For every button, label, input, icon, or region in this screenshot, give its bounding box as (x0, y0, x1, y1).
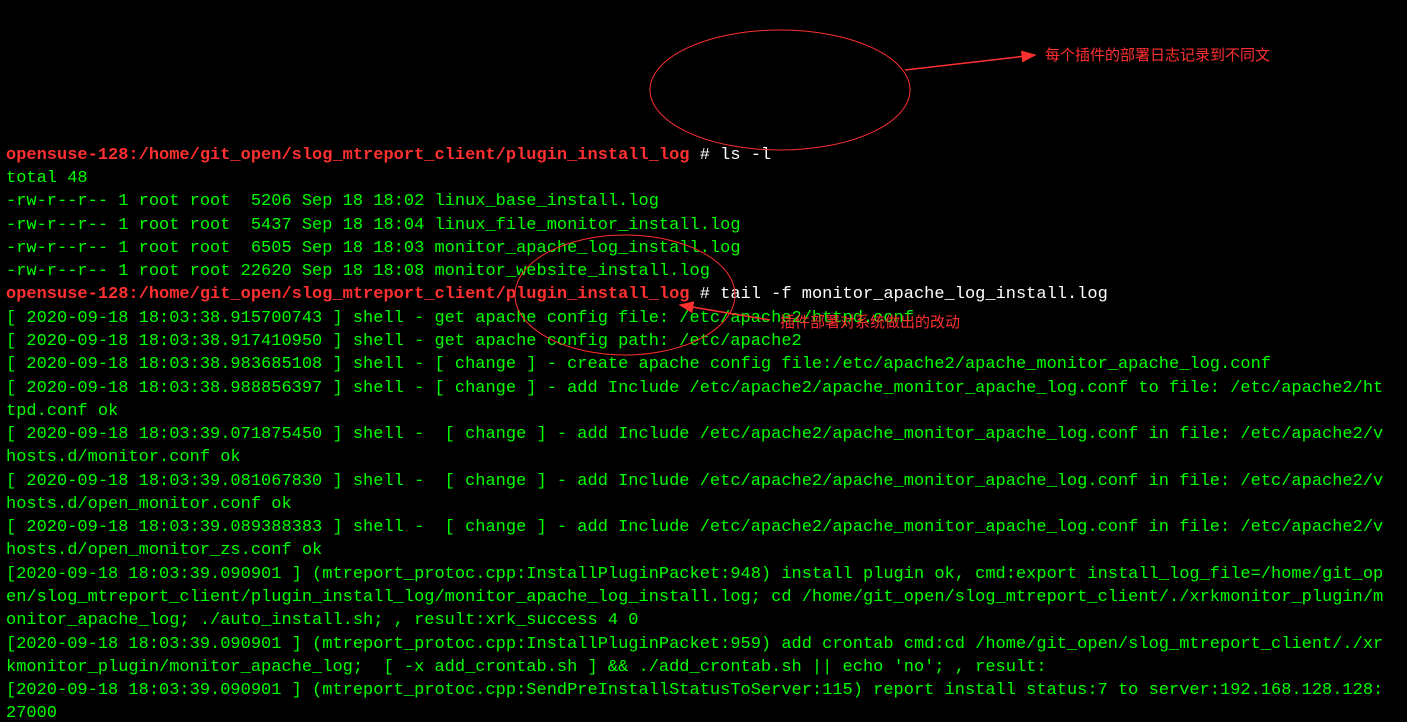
ls-total: total 48 (6, 169, 88, 188)
ls-row: -rw-r--r-- 1 root root 5437 Sep 18 18:04… (6, 216, 741, 235)
shell-prompt-hash: # (690, 146, 721, 165)
terminal-output[interactable]: opensuse-128:/home/git_open/slog_mtrepor… (0, 116, 1407, 722)
ls-row: -rw-r--r-- 1 root root 5206 Sep 18 18:02… (6, 192, 659, 211)
shell-prompt-hash: # (690, 285, 721, 304)
shell-prompt-host: opensuse-128:/home/git_open/slog_mtrepor… (6, 285, 690, 304)
ls-row: -rw-r--r-- 1 root root 22620 Sep 18 18:0… (6, 262, 710, 281)
log-line: [ 2020-09-18 18:03:38.988856397 ] shell … (6, 379, 1383, 421)
log-line: [ 2020-09-18 18:03:39.081067830 ] shell … (6, 472, 1383, 514)
log-line: [ 2020-09-18 18:03:38.917410950 ] shell … (6, 332, 802, 351)
annotation-log-files: 每个插件的部署日志记录到不同文 (1045, 46, 1270, 67)
log-line: [2020-09-18 18:03:39.090901 ] (mtreport_… (6, 565, 1383, 631)
log-line: [2020-09-18 18:03:39.090901 ] (mtreport_… (6, 635, 1383, 677)
log-line: [ 2020-09-18 18:03:38.915700743 ] shell … (6, 309, 914, 328)
command-tail: tail -f monitor_apache_log_install.log (720, 285, 1108, 304)
shell-prompt-host: opensuse-128:/home/git_open/slog_mtrepor… (6, 146, 690, 165)
log-line: [ 2020-09-18 18:03:39.071875450 ] shell … (6, 425, 1383, 467)
ls-row: -rw-r--r-- 1 root root 6505 Sep 18 18:03… (6, 239, 741, 258)
log-line: [ 2020-09-18 18:03:38.983685108 ] shell … (6, 355, 1271, 374)
log-line: [ 2020-09-18 18:03:39.089388383 ] shell … (6, 518, 1383, 560)
annotation-changes: 插件部署对系统做出的改动 (780, 313, 960, 334)
command-ls: ls -l (720, 146, 771, 165)
log-line: [2020-09-18 18:03:39.090901 ] (mtreport_… (6, 681, 1383, 722)
